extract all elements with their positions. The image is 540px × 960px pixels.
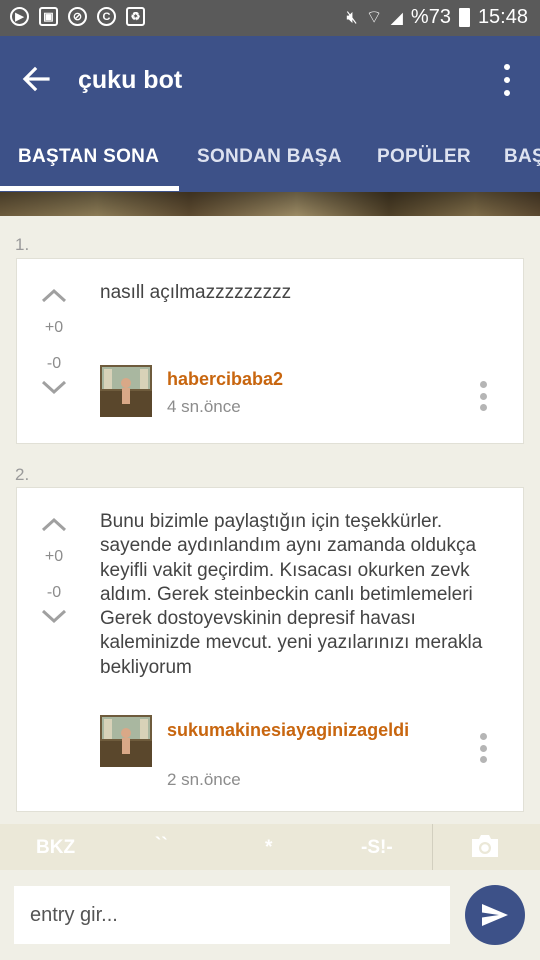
tab-bas[interactable]: BAŞ — [504, 146, 540, 168]
entry-number: 2. — [15, 465, 30, 484]
entry-card: +0 -0 Bunu bizimle paylaştığın için teşe… — [16, 487, 524, 812]
downvote-icon[interactable] — [41, 379, 67, 395]
entry-card: +0 -0 nasıll açılmazzzzzzzzz habercibaba… — [16, 258, 524, 444]
entry-text: nasıll açılmazzzzzzzzz — [100, 282, 292, 303]
entry-options-icon[interactable] — [479, 381, 487, 411]
play-icon: ▶ — [10, 7, 29, 26]
entry-time: 4 sn.önce — [167, 397, 241, 416]
tab-bar: BAŞTAN SONA SONDAN BAŞA POPÜLER BAŞ — [0, 132, 540, 192]
wifi-icon: ⌔ — [365, 7, 383, 27]
downvote-count: -0 — [46, 584, 62, 601]
camera-icon[interactable] — [469, 833, 501, 859]
tab-populer[interactable]: POPÜLER — [377, 146, 471, 168]
bkz-button[interactable]: BKZ — [36, 837, 75, 859]
battery-percent: %73 — [410, 6, 451, 28]
more-vert-icon[interactable] — [497, 64, 517, 96]
vote-panel: +0 -0 — [41, 516, 67, 624]
send-button[interactable] — [465, 885, 525, 945]
tab-indicator — [0, 186, 179, 191]
arrow-left-icon[interactable] — [20, 63, 52, 95]
status-bar: ▶ ▣ ⊘ C ♻ 🔇︎ ⌔ ◢ %73 15:48 — [0, 0, 540, 36]
spoiler-button[interactable]: -S!- — [361, 837, 393, 859]
downvote-count: -0 — [46, 355, 62, 372]
recycle-icon: ♻ — [126, 7, 145, 26]
avatar[interactable] — [100, 715, 152, 767]
entry-time: 2 sn.önce — [167, 770, 241, 789]
upvote-icon[interactable] — [41, 287, 67, 303]
tab-bastan-sona[interactable]: BAŞTAN SONA — [18, 146, 159, 168]
composer — [0, 870, 540, 960]
signal-icon: ◢ — [390, 9, 403, 27]
upvote-count: +0 — [44, 319, 64, 336]
backtick-button[interactable]: `` — [155, 835, 168, 857]
tab-sondan-basa[interactable]: SONDAN BAŞA — [197, 146, 342, 168]
blocked-icon: ⊘ — [68, 7, 87, 26]
entry-options-icon[interactable] — [479, 733, 487, 763]
header-image — [0, 192, 540, 216]
vote-panel: +0 -0 — [41, 287, 67, 395]
format-toolbar: BKZ `` * -S!- — [0, 824, 540, 870]
entry-text: Bunu bizimle paylaştığın için teşekkürle… — [100, 511, 483, 678]
send-icon — [482, 904, 508, 926]
clock: 15:48 — [477, 6, 528, 28]
upvote-icon[interactable] — [41, 516, 67, 532]
avatar[interactable] — [100, 365, 152, 417]
entry-input[interactable] — [14, 886, 450, 944]
app-bar: çuku bot BAŞTAN SONA SONDAN BAŞA POPÜLER… — [0, 36, 540, 192]
author-name[interactable]: habercibaba2 — [167, 369, 427, 390]
entry-number: 1. — [15, 235, 30, 254]
battery-icon — [458, 8, 470, 27]
image-icon: ▣ — [39, 7, 58, 26]
toolbar-divider — [432, 824, 433, 870]
author-name[interactable]: sukumakinesiayaginizageldi — [167, 720, 427, 741]
downvote-icon[interactable] — [41, 608, 67, 624]
page-title: çuku bot — [78, 66, 183, 94]
copyright-icon: C — [97, 7, 116, 26]
asterisk-button[interactable]: * — [265, 837, 272, 859]
mute-icon: 🔇︎ — [346, 7, 358, 27]
upvote-count: +0 — [44, 548, 64, 565]
